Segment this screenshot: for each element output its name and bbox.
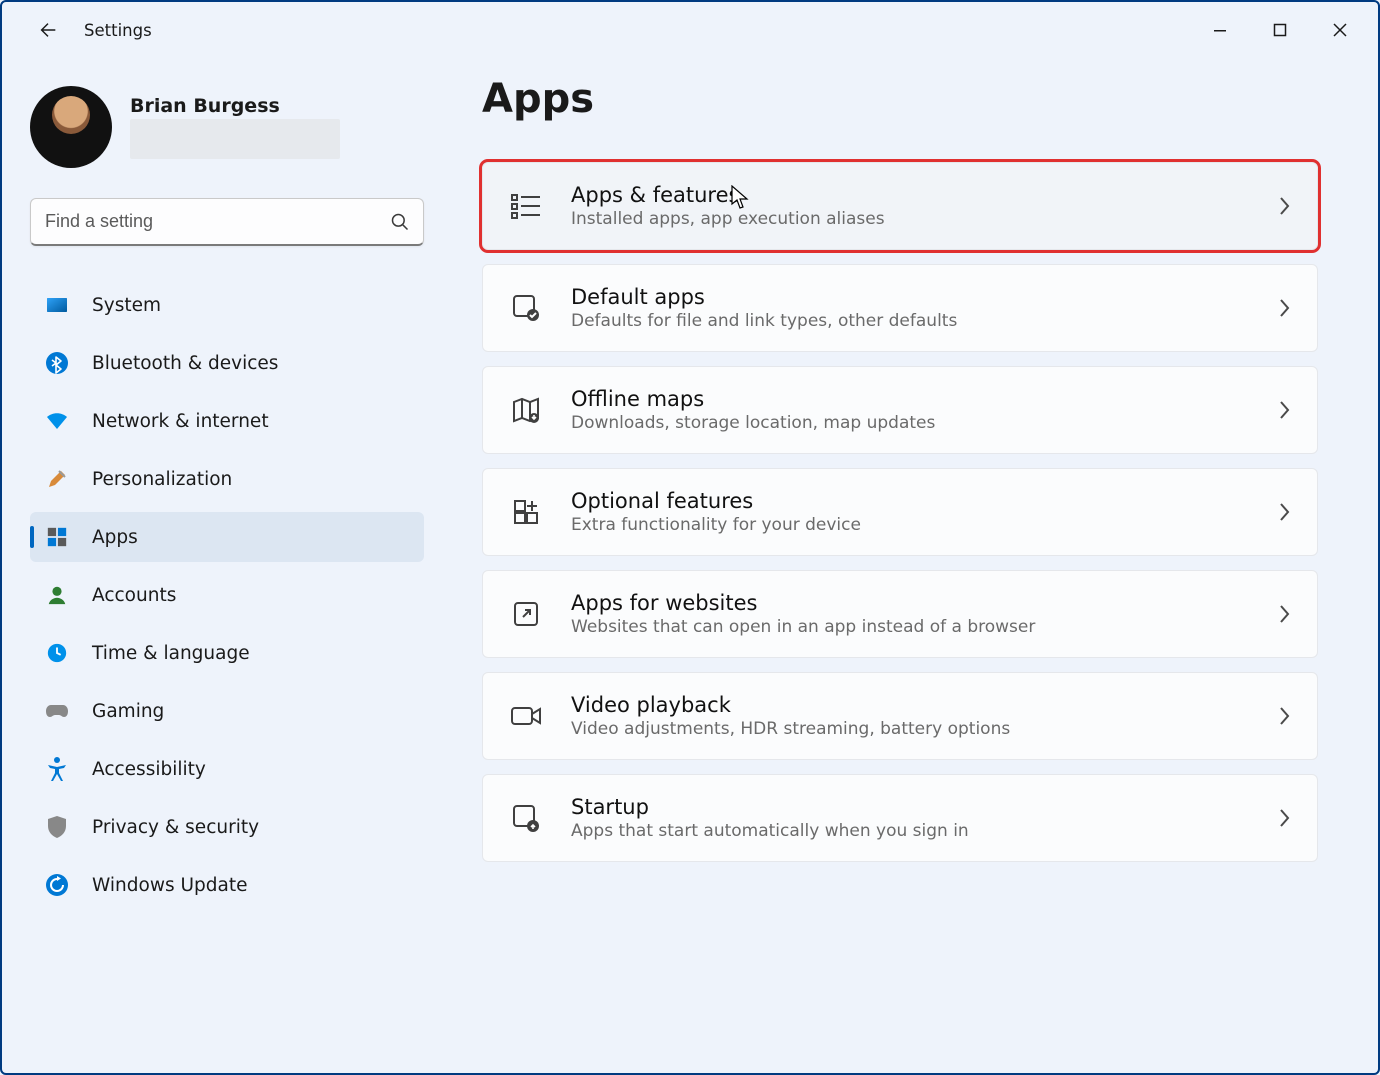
sidebar-item-time-language[interactable]: Time & language: [30, 628, 424, 678]
update-icon: [44, 872, 70, 898]
settings-window: Settings Brian Burgess: [0, 0, 1380, 1075]
chevron-right-icon: [1277, 399, 1291, 421]
card-title: Apps for websites: [571, 591, 1249, 615]
clock-globe-icon: [44, 640, 70, 666]
avatar: [30, 86, 112, 168]
back-button[interactable]: [30, 12, 66, 48]
nav-list: System Bluetooth & devices Network & int…: [30, 280, 424, 918]
card-title: Apps & features: [571, 183, 1249, 207]
sidebar-item-label: System: [92, 295, 161, 316]
chevron-right-icon: [1277, 807, 1291, 829]
accessibility-icon: [44, 756, 70, 782]
sidebar-item-windows-update[interactable]: Windows Update: [30, 860, 424, 910]
minimize-button[interactable]: [1190, 10, 1250, 50]
card-title: Startup: [571, 795, 1249, 819]
chevron-right-icon: [1277, 501, 1291, 523]
card-title: Default apps: [571, 285, 1249, 309]
close-button[interactable]: [1310, 10, 1370, 50]
card-default-apps[interactable]: Default apps Defaults for file and link …: [482, 264, 1318, 352]
card-title: Offline maps: [571, 387, 1249, 411]
close-icon: [1333, 23, 1347, 37]
chevron-right-icon: [1277, 705, 1291, 727]
sidebar-item-network[interactable]: Network & internet: [30, 396, 424, 446]
window-controls: [1190, 10, 1370, 50]
card-subtitle: Websites that can open in an app instead…: [571, 617, 1249, 637]
card-video-playback[interactable]: Video playback Video adjustments, HDR st…: [482, 672, 1318, 760]
default-apps-icon: [509, 291, 543, 325]
shield-icon: [44, 814, 70, 840]
user-email-redacted: [130, 119, 340, 159]
maximize-icon: [1273, 23, 1287, 37]
apps-icon: [44, 524, 70, 550]
user-name: Brian Burgess: [130, 95, 340, 117]
bluetooth-icon: [44, 350, 70, 376]
minimize-icon: [1213, 23, 1227, 37]
sidebar-item-label: Apps: [92, 527, 138, 548]
card-title: Optional features: [571, 489, 1249, 513]
card-offline-maps[interactable]: Offline maps Downloads, storage location…: [482, 366, 1318, 454]
card-startup[interactable]: Startup Apps that start automatically wh…: [482, 774, 1318, 862]
chevron-right-icon: [1277, 297, 1291, 319]
sidebar-item-system[interactable]: System: [30, 280, 424, 330]
video-icon: [509, 699, 543, 733]
card-optional-features[interactable]: Optional features Extra functionality fo…: [482, 468, 1318, 556]
sidebar-item-label: Bluetooth & devices: [92, 353, 278, 374]
card-apps-features[interactable]: Apps & features Installed apps, app exec…: [482, 162, 1318, 250]
card-subtitle: Defaults for file and link types, other …: [571, 311, 1249, 331]
main-content: Apps Apps & features Installed apps, app…: [442, 58, 1378, 1073]
display-icon: [44, 292, 70, 318]
page-title: Apps: [482, 76, 1318, 122]
map-icon: [509, 393, 543, 427]
sidebar-item-personalization[interactable]: Personalization: [30, 454, 424, 504]
wifi-icon: [44, 408, 70, 434]
list-icon: [509, 189, 543, 223]
sidebar-item-apps[interactable]: Apps: [30, 512, 424, 562]
open-link-icon: [509, 597, 543, 631]
sidebar-item-label: Accounts: [92, 585, 176, 606]
sidebar: Brian Burgess System: [2, 58, 442, 1073]
sidebar-item-bluetooth[interactable]: Bluetooth & devices: [30, 338, 424, 388]
card-subtitle: Apps that start automatically when you s…: [571, 821, 1249, 841]
card-subtitle: Installed apps, app execution aliases: [571, 209, 1249, 229]
sidebar-item-label: Time & language: [92, 643, 250, 664]
sidebar-item-label: Personalization: [92, 469, 232, 490]
paintbrush-icon: [44, 466, 70, 492]
sidebar-item-label: Privacy & security: [92, 817, 259, 838]
sidebar-item-accessibility[interactable]: Accessibility: [30, 744, 424, 794]
chevron-right-icon: [1277, 195, 1291, 217]
sidebar-item-label: Windows Update: [92, 875, 247, 896]
card-subtitle: Downloads, storage location, map updates: [571, 413, 1249, 433]
sidebar-item-label: Network & internet: [92, 411, 269, 432]
sidebar-item-gaming[interactable]: Gaming: [30, 686, 424, 736]
card-subtitle: Extra functionality for your device: [571, 515, 1249, 535]
titlebar: Settings: [2, 2, 1378, 58]
startup-icon: [509, 801, 543, 835]
sidebar-item-accounts[interactable]: Accounts: [30, 570, 424, 620]
sidebar-item-privacy[interactable]: Privacy & security: [30, 802, 424, 852]
search-input[interactable]: [30, 198, 424, 246]
person-icon: [44, 582, 70, 608]
card-title: Video playback: [571, 693, 1249, 717]
sidebar-item-label: Accessibility: [92, 759, 206, 780]
window-title: Settings: [84, 21, 152, 40]
search-wrapper: [30, 198, 424, 246]
chevron-right-icon: [1277, 603, 1291, 625]
card-subtitle: Video adjustments, HDR streaming, batter…: [571, 719, 1249, 739]
arrow-left-icon: [37, 19, 59, 41]
card-apps-for-websites[interactable]: Apps for websites Websites that can open…: [482, 570, 1318, 658]
gamepad-icon: [44, 698, 70, 724]
profile-block[interactable]: Brian Burgess: [30, 86, 424, 168]
sidebar-item-label: Gaming: [92, 701, 164, 722]
optional-features-icon: [509, 495, 543, 529]
maximize-button[interactable]: [1250, 10, 1310, 50]
